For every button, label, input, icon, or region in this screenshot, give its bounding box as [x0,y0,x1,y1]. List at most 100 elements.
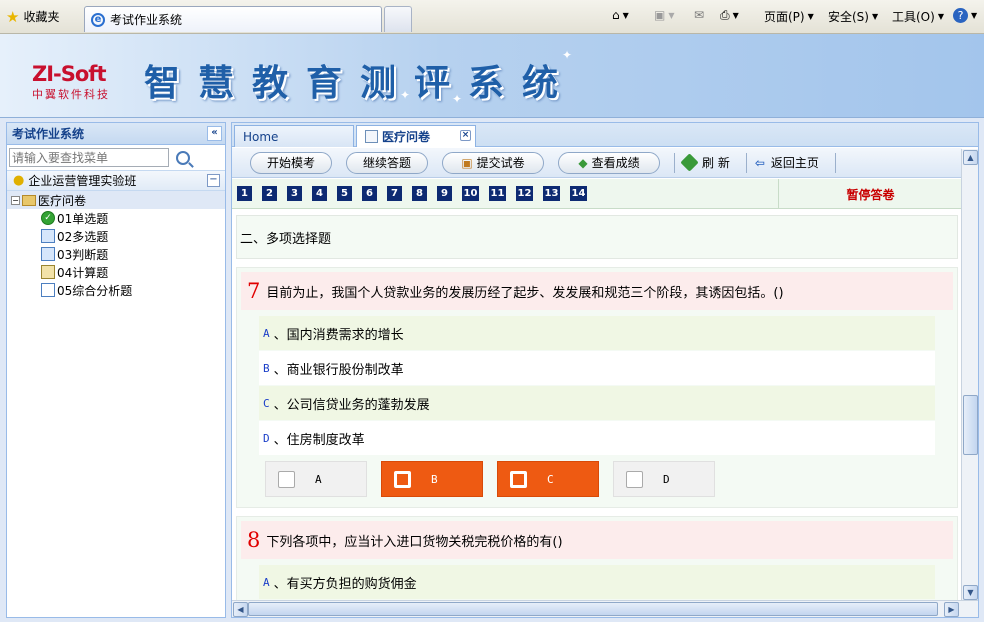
scroll-up-icon[interactable]: ▲ [963,150,978,165]
question-nav-9[interactable]: 9 [437,186,452,201]
question-nav-3[interactable]: 3 [287,186,302,201]
new-tab-button[interactable] [384,6,412,32]
question-nav-2[interactable]: 2 [262,186,277,201]
question-nav-8[interactable]: 8 [412,186,427,201]
tree-collapse-icon[interactable]: − [11,195,20,205]
tree-item-label: 04计算题 [57,265,109,280]
question-nav-14[interactable]: 14 [570,186,587,201]
question-text: 目前为止，我国个人贷款业务的发展历经了起步、发发展和规范三个阶段，其诱因包括。(… [266,285,784,301]
tree-item-label: 02多选题 [57,229,109,244]
option-text: 、有买方负担的购货佣金 [273,576,417,592]
question-card: 8 下列各项中，应当计入进口货物关税完税价格的有() A 、有买方负担的购货佣金 [236,516,958,601]
mail-icon: ✉ [694,8,705,22]
page-menu-label: 页面(P) [764,10,805,24]
question-nav-10[interactable]: 10 [462,186,479,201]
favorites-button[interactable]: ★ 收藏夹 [6,8,59,25]
question-nav-7[interactable]: 7 [387,186,402,201]
main-panel: Home 医疗问卷 × 开始模考 继续答题 ▣ 提交试卷 ◆ 查看成绩 刷 新 ⇦ 返… [231,122,979,618]
window-icon [41,247,55,261]
dropdown-arrow-icon: ▼ [668,10,675,20]
ie-icon: e [91,12,105,27]
app-title: 智慧教育测评系统 [144,63,577,104]
results-icon: ◆ [578,155,588,170]
tree-item-calculation[interactable]: 04计算题 [7,263,225,281]
option-row: C 、公司信贷业务的蓬勃发展 [259,386,935,420]
tools-menu[interactable]: 工具(O) ▼ [892,8,944,25]
question-text: 下列各项中，应当计入进口货物关税完税价格的有() [266,534,563,550]
submit-exam-button[interactable]: ▣ 提交试卷 [442,151,544,174]
refresh-label: 刷 新 [702,156,730,170]
scroll-thumb[interactable] [963,395,978,455]
scroll-right-icon[interactable]: ▶ [944,602,959,617]
safety-menu[interactable]: 安全(S) ▼ [828,8,878,25]
menu-search-input[interactable] [9,148,169,167]
document-icon [41,283,55,297]
close-tab-icon[interactable]: × [460,130,471,141]
refresh-icon [680,153,699,172]
page-menu[interactable]: 页面(P) ▼ [764,8,814,25]
question-nav-11[interactable]: 11 [489,186,506,201]
collapse-sidebar-button[interactable]: « [207,126,222,141]
sidebar-group-header[interactable]: ● 企业运营管理实验班 − [7,171,225,191]
question-nav-12[interactable]: 12 [516,186,533,201]
tab-home[interactable]: Home [234,125,354,147]
question-nav-1[interactable]: 1 [237,186,252,201]
question-content: 二、多项选择题 7 目前为止，我国个人贷款业务的发展历经了起步、发发展和规范三个… [232,211,962,601]
tree-item-analysis[interactable]: 05综合分析题 [7,281,225,299]
mail-button[interactable]: ✉ [694,8,704,22]
question-nav-13[interactable]: 13 [543,186,560,201]
sparkle-icon: ✦ [452,92,463,106]
favorites-label: 收藏夹 [23,10,60,24]
option-list: A 、有买方负担的购货佣金 [241,565,953,599]
view-results-button[interactable]: ◆ 查看成绩 [558,151,660,174]
help-button[interactable]: ? ▼ [953,8,977,23]
option-text: 、商业银行股份制改革 [273,362,404,378]
sparkle-icon: ✦ [562,48,573,62]
vertical-scrollbar[interactable]: ▲ ▼ [961,149,978,601]
collapse-group-button[interactable]: − [207,174,220,187]
print-button[interactable]: ⎙ ▼ [720,8,739,23]
sparkle-icon: ✦ [400,88,411,102]
continue-button[interactable]: 继续答题 [346,151,428,174]
start-exam-button[interactable]: 开始模考 [250,151,332,174]
option-text: 、公司信贷业务的蓬勃发展 [273,397,430,413]
checkbox-icon [394,470,411,488]
answer-checkbox-c[interactable]: C [497,461,599,497]
question-nav-5[interactable]: 5 [337,186,352,201]
search-icon[interactable] [176,150,190,165]
home-button[interactable]: ⌂ ▼ [612,8,629,22]
back-home-label: 返回主页 [770,156,819,170]
toolbar-divider [674,152,675,173]
tree-item-true-false[interactable]: 03判断题 [7,245,225,263]
submit-icon: ▣ [461,155,473,170]
refresh-button[interactable]: 刷 新 [680,153,730,172]
sidebar: 考试作业系统 « ● 企业运营管理实验班 − − 医疗问卷 ✓ 01单选题 02… [6,122,226,618]
horizontal-scroll-thumb[interactable] [248,602,938,616]
option-letter: A [263,326,270,340]
question-navigator: 1 2 3 4 5 6 7 8 9 10 11 12 13 14 暂停答卷 [232,179,962,209]
answer-letter: A [315,472,322,486]
question-card: 7 目前为止，我国个人贷款业务的发展历经了起步、发发展和规范三个阶段，其诱因包括… [236,267,958,508]
answer-checkbox-b[interactable]: B [381,461,483,497]
answer-checkbox-a[interactable]: A [265,461,367,497]
question-nav-4[interactable]: 4 [312,186,327,201]
tree-item-single-choice[interactable]: ✓ 01单选题 [7,209,225,227]
feeds-button[interactable]: ▣ ▼ [654,8,675,22]
back-home-button[interactable]: ⇦ 返回主页 [755,154,819,171]
continue-label: 继续答题 [362,156,411,170]
browser-tab[interactable]: e 考试作业系统 [84,6,382,32]
pause-exam-button[interactable]: 暂停答卷 [778,179,962,209]
option-row: A 、国内消费需求的增长 [259,316,935,350]
answer-letter: D [663,472,670,486]
folder-open-icon [22,194,36,206]
question-nav-6[interactable]: 6 [362,186,377,201]
scroll-left-icon[interactable]: ◀ [233,602,248,617]
horizontal-scrollbar[interactable]: ◀ ▶ [232,600,978,617]
scroll-down-icon[interactable]: ▼ [963,585,978,600]
tab-home-label: Home [243,129,279,144]
tree-root-node[interactable]: − 医疗问卷 [7,191,225,209]
tree-item-multiple-choice[interactable]: 02多选题 [7,227,225,245]
tab-medical-survey[interactable]: 医疗问卷 × [356,125,476,147]
question-header: 7 目前为止，我国个人贷款业务的发展历经了起步、发发展和规范三个阶段，其诱因包括… [241,272,953,310]
answer-checkbox-d[interactable]: D [613,461,715,497]
